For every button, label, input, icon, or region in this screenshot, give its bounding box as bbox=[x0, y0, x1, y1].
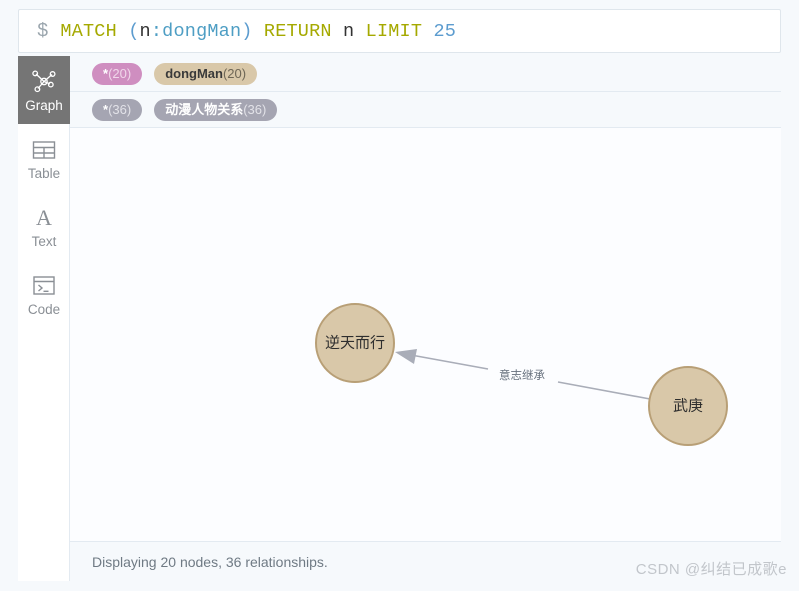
query-token-return-var: n bbox=[343, 20, 355, 42]
relationship-caption: 意志继承 bbox=[499, 368, 545, 382]
graph-node-caption: 武庚 bbox=[673, 398, 703, 415]
query-space-2 bbox=[253, 21, 264, 42]
legend-chip-all-nodes-count: (20) bbox=[108, 65, 132, 81]
graph-svg[interactable]: 意志继承 逆天而行 武庚 bbox=[70, 128, 781, 541]
view-tab-bar: Graph Table A Text Code bbox=[18, 56, 70, 581]
text-icon: A bbox=[32, 204, 56, 232]
query-space-5 bbox=[422, 21, 433, 42]
query-token-open-paren: ( bbox=[128, 20, 140, 42]
table-icon bbox=[32, 136, 56, 164]
view-tab-code-label: Code bbox=[27, 301, 61, 317]
query-token-label: :dongMan bbox=[150, 20, 242, 42]
relationship-arrowhead bbox=[395, 349, 417, 364]
result-status-bar: Displaying 20 nodes, 36 relationships. bbox=[70, 541, 781, 581]
query-token-close-paren: ) bbox=[241, 20, 253, 42]
query-token-limit-value: 25 bbox=[433, 20, 457, 42]
graph-node-wugeng[interactable]: 武庚 bbox=[648, 366, 728, 446]
code-icon bbox=[32, 272, 56, 300]
graph-node-caption: 逆天而行 bbox=[325, 335, 385, 352]
view-tab-table[interactable]: Table bbox=[18, 124, 70, 192]
view-tab-text[interactable]: A Text bbox=[18, 192, 70, 260]
query-token-return: RETURN bbox=[263, 20, 332, 42]
relationship-line-segment-right[interactable] bbox=[557, 381, 651, 400]
prompt-symbol: $ bbox=[37, 19, 49, 42]
view-tab-table-label: Table bbox=[27, 165, 61, 181]
legend-chip-all-relationships-count: (36) bbox=[108, 101, 132, 117]
query-space-4 bbox=[354, 21, 365, 42]
node-legend-row: * (20) dongMan (20) bbox=[70, 56, 781, 92]
status-text: Displaying 20 nodes, 36 relationships. bbox=[92, 553, 328, 570]
legend-chip-dongman-count: (20) bbox=[222, 65, 247, 81]
query-token-match: MATCH bbox=[60, 20, 117, 42]
relationship-legend-row: * (36) 动漫人物关系 (36) bbox=[70, 92, 781, 128]
legend-chip-all-relationships[interactable]: * (36) bbox=[92, 98, 143, 121]
view-tab-graph[interactable]: Graph bbox=[18, 56, 70, 124]
view-tab-code[interactable]: Code bbox=[18, 260, 70, 328]
query-text[interactable]: MATCH (n:dongMan) RETURN n LIMIT 25 bbox=[60, 21, 456, 42]
graph-node-nitianerxing[interactable]: 逆天而行 bbox=[315, 303, 395, 383]
svg-text:A: A bbox=[36, 206, 52, 230]
view-tab-graph-label: Graph bbox=[25, 97, 63, 113]
legend-chip-all-nodes[interactable]: * (20) bbox=[92, 62, 143, 85]
graph-canvas[interactable]: 意志继承 逆天而行 武庚 bbox=[70, 128, 781, 541]
legend-chip-relation-type[interactable]: 动漫人物关系 (36) bbox=[154, 98, 278, 121]
legend-chip-relation-type-name: 动漫人物关系 bbox=[165, 101, 244, 117]
result-frame: Graph Table A Text Code * (20) dongMan (… bbox=[18, 56, 781, 581]
query-space-1 bbox=[117, 21, 128, 42]
query-token-limit: LIMIT bbox=[365, 20, 423, 42]
view-tab-text-label: Text bbox=[31, 233, 57, 249]
relationship-will-inheritance[interactable]: 意志继承 bbox=[395, 349, 651, 400]
legend-chip-dongman[interactable]: dongMan (20) bbox=[154, 62, 258, 85]
query-editor[interactable]: $ MATCH (n:dongMan) RETURN n LIMIT 25 bbox=[18, 9, 781, 53]
legend-chip-relation-type-count: (36) bbox=[243, 101, 267, 117]
query-space-3 bbox=[332, 21, 343, 42]
legend-chip-dongman-name: dongMan bbox=[165, 65, 223, 81]
graph-icon bbox=[31, 68, 57, 96]
query-token-variable: n bbox=[139, 20, 151, 42]
